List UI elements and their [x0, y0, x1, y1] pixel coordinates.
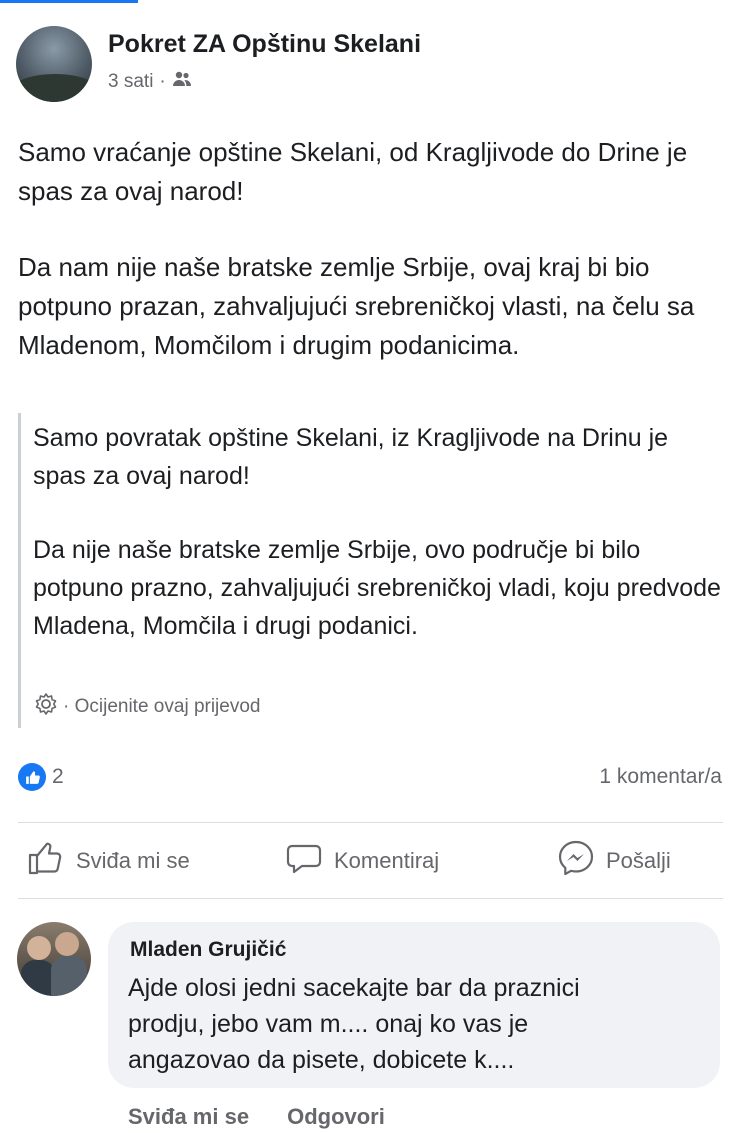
translation-paragraph: Samo povratak opštine Skelani, iz Kraglj…: [33, 424, 669, 490]
divider: [18, 822, 723, 823]
comment-author[interactable]: Mladen Grujičić: [130, 938, 700, 962]
post-meta: 3 sati ·: [108, 70, 192, 94]
comment-button[interactable]: Komentiraj: [284, 838, 439, 884]
post-paragraph: Samo vraćanje opštine Skelani, od Kraglj…: [18, 137, 688, 206]
translation-paragraph: Da nije naše bratske zemlje Srbije, ovo …: [33, 536, 721, 640]
comment-line: Ajde olosi jedni sacekajte bar da prazni…: [128, 974, 580, 1002]
reactions-summary[interactable]: 2: [18, 763, 64, 791]
comment-label: Komentiraj: [334, 848, 440, 873]
page-avatar[interactable]: [16, 26, 92, 102]
send-button[interactable]: Pošalji: [556, 838, 671, 884]
meta-separator: ·: [159, 71, 166, 92]
like-reaction-icon: [18, 763, 46, 791]
rate-translation-link[interactable]: · Ocijenite ovaj prijevod: [63, 696, 260, 718]
comment-actions: Sviđa mi se Odgovori: [128, 1104, 385, 1130]
post-text: Samo vraćanje opštine Skelani, od Kraglj…: [18, 133, 723, 365]
like-button[interactable]: Sviđa mi se: [26, 838, 190, 884]
comment-bubble: Mladen Grujičić Ajde olosi jedni sacekaj…: [108, 922, 720, 1088]
rate-translation-row: · Ocijenite ovaj prijevod: [33, 691, 260, 723]
active-tab-indicator: [0, 0, 138, 3]
comment-line: angazovao da pisete, dobicete k....: [128, 1046, 515, 1074]
friends-icon: [172, 70, 192, 94]
messenger-icon: [556, 838, 596, 884]
translation-block: Samo povratak opštine Skelani, iz Kraglj…: [18, 413, 723, 728]
comment-reply-link[interactable]: Odgovori: [287, 1104, 385, 1130]
thumbs-up-icon: [26, 838, 66, 884]
comment-text: Ajde olosi jedni sacekajte bar da prazni…: [128, 970, 700, 1078]
comment-line: prodju, jebo vam m.... onaj ko vas je: [128, 1010, 529, 1038]
post-paragraph: Da nam nije naše bratske zemlje Srbije, …: [18, 252, 695, 360]
top-bar: [0, 0, 738, 12]
reaction-count: 2: [52, 765, 64, 788]
page-name[interactable]: Pokret ZA Opštinu Skelani: [108, 30, 421, 59]
post-actions-bar: Sviđa mi se Komentiraj Pošalji: [0, 838, 738, 890]
send-label: Pošalji: [606, 848, 671, 873]
divider: [18, 898, 723, 899]
gear-icon[interactable]: [33, 691, 59, 723]
comment-like-link[interactable]: Sviđa mi se: [128, 1104, 249, 1130]
like-label: Sviđa mi se: [76, 848, 190, 873]
comment-count-link[interactable]: 1 komentar/a: [599, 765, 722, 789]
commenter-avatar[interactable]: [17, 922, 91, 996]
post-time[interactable]: 3 sati: [108, 71, 153, 93]
comment-bubble-icon: [284, 838, 324, 884]
